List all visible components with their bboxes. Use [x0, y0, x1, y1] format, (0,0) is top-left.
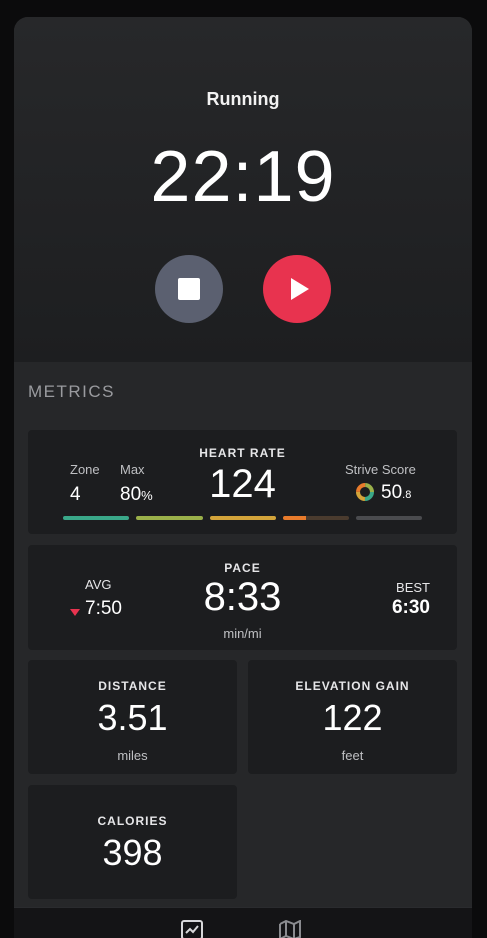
- best-pace-value: 6:30: [391, 597, 430, 618]
- workout-screen: Running 22:19 METRICS Zone 4 Max 80% HEA…: [14, 17, 472, 938]
- metrics-section-title: METRICS: [28, 382, 115, 401]
- zone-bar-4: [283, 516, 349, 520]
- distance-card[interactable]: DISTANCE 3.51 miles: [28, 660, 237, 774]
- distance-unit: miles: [117, 748, 148, 763]
- strive-score-label: Strive Score: [345, 462, 416, 477]
- heart-rate-card[interactable]: Zone 4 Max 80% HEART RATE 124 Strive Sco…: [28, 430, 457, 534]
- distance-value: 3.51: [97, 697, 168, 738]
- pace-title: PACE: [224, 561, 261, 575]
- heart-rate-zone-bars: [63, 516, 423, 520]
- strive-score-decimal: .8: [402, 489, 412, 501]
- zone-bar-2: [136, 516, 203, 520]
- elevation-value: 122: [322, 697, 383, 738]
- map-icon[interactable]: [279, 920, 301, 938]
- zone-bar-1: [63, 516, 129, 520]
- heart-rate-title: HEART RATE: [199, 446, 286, 460]
- zone-bar-5: [356, 516, 422, 520]
- calories-title: CALORIES: [97, 814, 168, 828]
- calories-card[interactable]: CALORIES 398: [28, 785, 237, 899]
- workout-header: Running 22:19: [14, 17, 472, 362]
- chart-icon[interactable]: [181, 920, 203, 938]
- resume-button[interactable]: [263, 255, 331, 323]
- strive-score-value-group: 50.8: [381, 482, 411, 504]
- strive-ring-icon: [356, 483, 374, 501]
- elevation-title: ELEVATION GAIN: [295, 679, 410, 693]
- strive-score-value: 50: [381, 482, 403, 503]
- best-pace-label: BEST: [396, 580, 430, 595]
- pace-card[interactable]: AVG 7:50 PACE 8:33 min/mi BEST 6:30: [28, 545, 457, 650]
- elapsed-timer: 22:19: [150, 137, 336, 217]
- stop-button[interactable]: [155, 255, 223, 323]
- bottom-nav: [14, 907, 472, 938]
- calories-value: 398: [102, 832, 163, 873]
- play-icon: [290, 278, 309, 300]
- stop-icon: [178, 278, 200, 300]
- pace-unit: min/mi: [223, 626, 262, 641]
- elevation-unit: feet: [341, 748, 364, 763]
- distance-title: DISTANCE: [98, 679, 167, 693]
- activity-type: Running: [206, 89, 280, 109]
- zone-bar-3: [210, 516, 276, 520]
- elevation-card[interactable]: ELEVATION GAIN 122 feet: [248, 660, 457, 774]
